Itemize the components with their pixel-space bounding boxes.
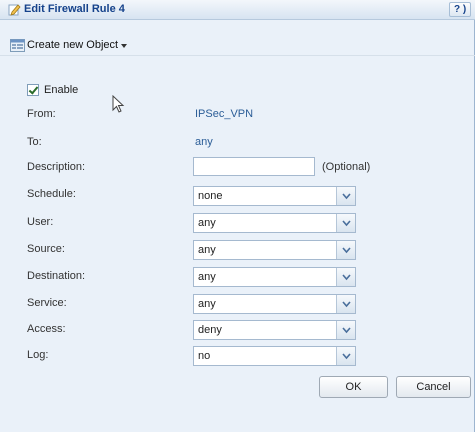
service-value: any [198, 298, 216, 310]
log-select[interactable]: no [193, 346, 356, 366]
source-value: any [198, 244, 216, 256]
access-value: deny [198, 324, 222, 336]
schedule-value: none [198, 190, 223, 202]
user-value: any [198, 217, 216, 229]
source-select[interactable]: any [193, 240, 356, 260]
chevron-down-icon [342, 193, 351, 200]
destination-select[interactable]: any [193, 267, 356, 287]
edit-firewall-rule-dialog: Edit Firewall Rule 4 ? ) Create new Obje… [0, 0, 475, 432]
service-dropdown-button[interactable] [336, 295, 355, 313]
ok-button[interactable]: OK [319, 376, 388, 398]
access-dropdown-button[interactable] [336, 321, 355, 339]
source-dropdown-button[interactable] [336, 241, 355, 259]
chevron-down-icon [342, 247, 351, 254]
service-select[interactable]: any [193, 294, 356, 314]
chevron-down-icon [342, 327, 351, 334]
toolbar: Create new Object [0, 34, 475, 56]
from-value: IPSec_VPN [195, 108, 254, 120]
schedule-dropdown-button[interactable] [336, 187, 355, 205]
destination-label: Destination: [27, 270, 86, 282]
create-new-object-label: Create new Object [27, 39, 119, 51]
log-dropdown-button[interactable] [336, 347, 355, 365]
access-label: Access: [27, 323, 66, 335]
description-input[interactable] [193, 157, 315, 176]
enable-row: Enable [27, 84, 78, 96]
destination-value: any [198, 271, 216, 283]
enable-checkbox[interactable] [27, 84, 39, 96]
dialog-title: Edit Firewall Rule 4 [24, 3, 125, 15]
chevron-down-icon [342, 301, 351, 308]
chevron-down-icon [342, 274, 351, 281]
schedule-label: Schedule: [27, 188, 76, 200]
chevron-down-icon [121, 44, 128, 48]
from-label: From: [27, 108, 56, 120]
log-label: Log: [27, 349, 49, 361]
access-select[interactable]: deny [193, 320, 356, 340]
mouse-pointer-icon [112, 95, 125, 113]
new-object-icon [10, 38, 25, 52]
service-label: Service: [27, 297, 67, 309]
to-label: To: [27, 136, 42, 148]
create-new-object-button[interactable]: Create new Object [10, 37, 128, 53]
edit-pencil-icon [8, 4, 21, 16]
chevron-down-icon [342, 220, 351, 227]
user-dropdown-button[interactable] [336, 214, 355, 232]
title-bar: Edit Firewall Rule 4 ? ) [0, 0, 475, 20]
chevron-down-icon [342, 353, 351, 360]
log-value: no [198, 350, 211, 362]
schedule-select[interactable]: none [193, 186, 356, 206]
to-value: any [195, 136, 213, 148]
destination-dropdown-button[interactable] [336, 268, 355, 286]
optional-hint: (Optional) [322, 161, 371, 173]
enable-label: Enable [44, 84, 79, 96]
user-label: User: [27, 216, 54, 228]
user-select[interactable]: any [193, 213, 356, 233]
cancel-button[interactable]: Cancel [396, 376, 471, 398]
help-button[interactable]: ? ) [449, 2, 471, 17]
description-label: Description: [27, 161, 86, 173]
source-label: Source: [27, 243, 65, 255]
